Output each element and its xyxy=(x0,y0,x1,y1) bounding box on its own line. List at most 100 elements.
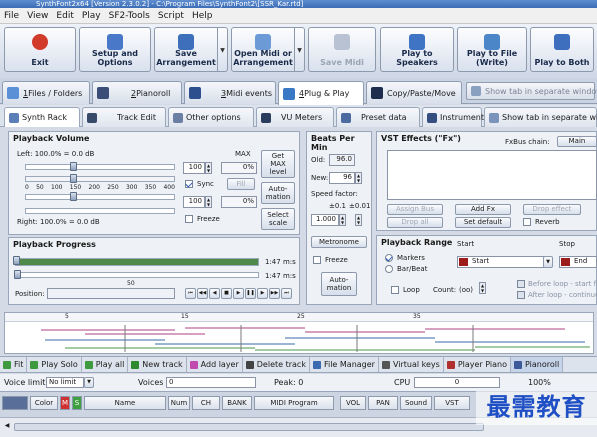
forward-end-icon[interactable]: ⏭ xyxy=(281,288,292,299)
range-start-select[interactable]: Start xyxy=(457,256,545,268)
play-to-file-button[interactable]: Play to File (Write) xyxy=(457,27,527,72)
volume-automation-button[interactable]: Auto-mation xyxy=(261,182,295,204)
select-scale-button[interactable]: Select scale xyxy=(261,208,295,230)
header-ch[interactable]: CH xyxy=(192,396,220,410)
progress-start-marker[interactable] xyxy=(13,256,20,265)
add-layer-button[interactable]: Add layer xyxy=(187,357,243,372)
bpm-new-field[interactable]: 96 xyxy=(329,172,355,184)
speed-factor-field[interactable]: 1.000 xyxy=(311,214,339,226)
header-bank[interactable]: BANK xyxy=(222,396,252,410)
pianoroll-button[interactable]: Pianoroll xyxy=(511,357,564,372)
header-num[interactable]: Num xyxy=(168,396,190,410)
header-pan[interactable]: PAN xyxy=(368,396,398,410)
save-arrangement-button[interactable]: Save Arrangement xyxy=(154,27,218,72)
save-arrangement-dropdown[interactable]: ▼ xyxy=(218,27,228,72)
save-midi-button[interactable]: Save Midi xyxy=(308,27,376,72)
setup-options-button[interactable]: Setup and Options xyxy=(79,27,151,72)
exit-button[interactable]: Exit xyxy=(4,27,76,72)
markers-radio[interactable] xyxy=(385,254,393,262)
before-loop-checkbox[interactable] xyxy=(517,280,525,288)
rewind-start-icon[interactable]: ⏮ xyxy=(185,288,196,299)
left-volume-spin[interactable]: ▲ ▼ xyxy=(205,162,212,174)
menu-script[interactable]: Script xyxy=(158,11,184,21)
virtual-keys-button[interactable]: Virtual keys xyxy=(379,357,444,372)
count-spin[interactable]: ▲ ▼ xyxy=(479,282,486,294)
get-max-level-button[interactable]: Get MAX level xyxy=(261,150,295,178)
scrollbar-thumb[interactable] xyxy=(14,423,484,431)
header-vol[interactable]: VOL xyxy=(340,396,366,410)
tab-synth-rack[interactable]: Synth Rack xyxy=(4,107,80,127)
delete-track-button[interactable]: Delete track xyxy=(243,357,310,372)
position-knob[interactable] xyxy=(14,270,21,279)
bpm-new-spin[interactable]: ▲ ▼ xyxy=(355,172,362,184)
new-track-button[interactable]: New track xyxy=(128,357,187,372)
tab-preset-data[interactable]: Preset data xyxy=(336,107,420,127)
bpm-freeze-checkbox[interactable] xyxy=(313,256,321,264)
menu-file[interactable]: File xyxy=(4,11,19,21)
drop-effect-button[interactable]: Drop effect xyxy=(523,204,581,215)
step-back-icon[interactable]: ◀ xyxy=(209,288,220,299)
show-tab-separate-button-2[interactable]: Show tab in separate window xyxy=(484,107,597,127)
tab-pianoroll[interactable]: 2 Pianoroll xyxy=(92,81,182,104)
after-loop-checkbox[interactable] xyxy=(517,291,525,299)
reverb-checkbox[interactable] xyxy=(523,218,531,226)
open-midi-button[interactable]: Open Midi or Arrangement xyxy=(231,27,295,72)
assign-bus-button[interactable]: Assign Bus xyxy=(387,204,443,215)
left-volume-field[interactable]: 100 xyxy=(183,162,205,174)
header-solo[interactable]: S xyxy=(72,396,82,410)
menu-view[interactable]: View xyxy=(27,11,48,21)
show-tab-separate-button-1[interactable]: Show tab in separate window xyxy=(466,82,597,100)
volume-scale-knob[interactable] xyxy=(70,174,77,183)
fast-rewind-icon[interactable]: ◀◀ xyxy=(197,288,208,299)
speed-spin-2[interactable]: ▲ ▼ xyxy=(355,214,362,226)
right-volume-slider[interactable] xyxy=(25,192,175,201)
tab-other-options[interactable]: Other options xyxy=(168,107,254,127)
set-default-button[interactable]: Set default xyxy=(455,217,511,228)
play-all-button[interactable]: Play all xyxy=(82,357,129,372)
left-volume-slider[interactable] xyxy=(25,162,175,171)
step-forward-icon[interactable]: ▶ xyxy=(257,288,268,299)
header-vst[interactable]: VST xyxy=(434,396,470,410)
fast-forward-icon[interactable]: ▶▶ xyxy=(269,288,280,299)
file-manager-button[interactable]: File Manager xyxy=(310,357,379,372)
play-to-both-button[interactable]: Play to Both xyxy=(530,27,594,72)
menu-play[interactable]: Play xyxy=(82,11,101,21)
header-mute[interactable]: M xyxy=(60,396,70,410)
metronome-button[interactable]: Metronome xyxy=(311,236,367,248)
header-midi-program[interactable]: MIDI Program xyxy=(254,396,334,410)
menu-help[interactable]: Help xyxy=(192,11,213,21)
fill-button[interactable]: Fill xyxy=(227,178,255,190)
voice-limit-select[interactable]: No limit xyxy=(46,377,84,388)
tab-files-folders[interactable]: 1 Files / Folders xyxy=(2,81,90,104)
play-to-speakers-button[interactable]: Play to Speakers xyxy=(380,27,454,72)
play-icon[interactable]: ▶ xyxy=(233,288,244,299)
speed-spin-1[interactable]: ▲ ▼ xyxy=(339,214,346,226)
position-slider[interactable] xyxy=(14,270,259,279)
menu-sf2-tools[interactable]: SF2-Tools xyxy=(109,11,150,21)
freeze-volume-checkbox[interactable] xyxy=(185,215,193,223)
left-volume-knob[interactable] xyxy=(70,162,77,171)
loop-checkbox[interactable] xyxy=(391,286,399,294)
drop-all-button[interactable]: Drop all xyxy=(387,217,443,228)
bpm-automation-button[interactable]: Auto-mation xyxy=(321,272,357,296)
scroll-left-icon[interactable]: ◀ xyxy=(2,422,12,432)
header-color[interactable]: Color xyxy=(30,396,58,410)
right-volume-field[interactable]: 100 xyxy=(183,196,205,208)
tab-track-edit[interactable]: Track Edit xyxy=(82,107,166,127)
right-volume-spin[interactable]: ▲ ▼ xyxy=(205,196,212,208)
fit-button[interactable]: Fit xyxy=(0,357,28,372)
add-fx-button[interactable]: Add Fx xyxy=(455,204,511,215)
voice-limit-dropdown[interactable]: ▼ xyxy=(84,377,94,388)
header-name[interactable]: Name xyxy=(84,396,166,410)
stop-icon[interactable]: ■ xyxy=(221,288,232,299)
pause-icon[interactable]: ❚❚ xyxy=(245,288,256,299)
player-piano-button[interactable]: Player Piano xyxy=(444,357,511,372)
tab-copy-paste-move[interactable]: Copy/Paste/Move xyxy=(366,81,462,104)
sync-checkbox[interactable] xyxy=(185,180,193,188)
range-start-dropdown[interactable]: ▼ xyxy=(543,256,553,268)
tab-midi-events[interactable]: 3 Midi events xyxy=(184,81,276,104)
tab-vu-meters[interactable]: VU Meters xyxy=(256,107,334,127)
barbeat-radio[interactable] xyxy=(385,265,393,273)
header-sound[interactable]: Sound xyxy=(400,396,432,410)
right-volume-knob[interactable] xyxy=(70,192,77,201)
